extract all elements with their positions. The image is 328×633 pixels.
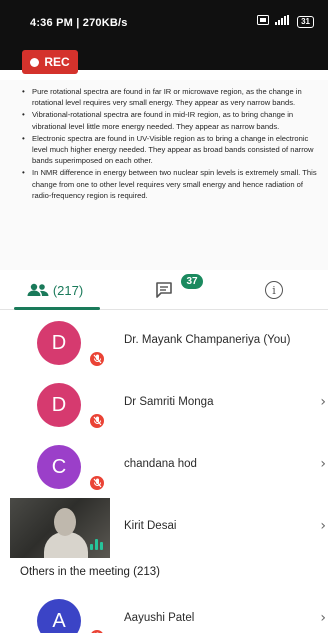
chevron-right-icon[interactable]: › bbox=[320, 518, 326, 534]
tab-chat[interactable] bbox=[110, 270, 220, 310]
participant-name: Aayushi Patel bbox=[124, 612, 195, 624]
record-dot-icon bbox=[30, 57, 40, 67]
mic-off-icon bbox=[88, 350, 106, 368]
recording-badge: REC bbox=[22, 50, 78, 74]
battery-icon: 31 bbox=[297, 15, 314, 28]
participant-name: Kirit Desai bbox=[124, 520, 177, 532]
mic-off-icon bbox=[88, 412, 106, 430]
document-bullet: Electronic spectra are found in UV-Visib… bbox=[22, 133, 320, 167]
document-bullet: In NMR difference in energy between two … bbox=[22, 167, 320, 201]
status-time: 4:36 PM | 270KB/s bbox=[30, 17, 128, 29]
participant-row[interactable]: C chandana hod › bbox=[0, 436, 328, 498]
mic-off-icon bbox=[88, 628, 106, 633]
document-bullet: Pure rotational spectra are found in far… bbox=[22, 86, 320, 108]
participant-list: D Dr. Mayank Champaneriya (You) D Dr Sam… bbox=[0, 312, 328, 560]
avatar: C bbox=[37, 445, 81, 489]
document-bullet-list: Pure rotational spectra are found in far… bbox=[0, 80, 328, 201]
mic-off-icon bbox=[88, 474, 106, 492]
participant-name: chandana hod bbox=[124, 458, 197, 470]
chevron-right-icon[interactable]: › bbox=[320, 394, 326, 410]
avatar: D bbox=[37, 321, 81, 365]
chat-icon bbox=[156, 282, 172, 298]
people-count: (217) bbox=[52, 282, 84, 298]
chevron-right-icon[interactable]: › bbox=[320, 610, 326, 626]
participant-row[interactable]: D Dr. Mayank Champaneriya (You) bbox=[0, 312, 328, 374]
shared-screen-document: Pure rotational spectra are found in far… bbox=[0, 80, 328, 270]
chat-unread-badge: 37 bbox=[181, 274, 203, 289]
people-icon bbox=[27, 283, 49, 296]
notification-icon bbox=[257, 15, 270, 28]
avatar: D bbox=[37, 383, 81, 427]
recording-label: REC bbox=[44, 55, 70, 69]
participant-video-thumbnail bbox=[10, 498, 110, 558]
tab-info[interactable]: i bbox=[220, 270, 328, 310]
participant-name: Dr Samriti Monga bbox=[124, 396, 214, 408]
meeting-tab-bar: (217) 37 i bbox=[0, 270, 328, 310]
speaking-indicator-icon bbox=[90, 536, 104, 550]
person-head bbox=[54, 508, 76, 536]
active-tab-indicator bbox=[14, 307, 100, 310]
participant-row[interactable]: D Dr Samriti Monga › bbox=[0, 374, 328, 436]
signal-icon bbox=[275, 15, 291, 28]
document-bullet: Vibrational-rotational spectra are found… bbox=[22, 109, 320, 131]
others-section-header: Others in the meeting (213) bbox=[20, 566, 160, 578]
participant-row[interactable]: A Aayushi Patel › bbox=[0, 590, 328, 633]
participant-row[interactable]: Kirit Desai › bbox=[0, 498, 328, 560]
avatar: A bbox=[37, 599, 81, 633]
info-icon: i bbox=[265, 281, 283, 299]
chevron-right-icon[interactable]: › bbox=[320, 456, 326, 472]
status-icons: 31 bbox=[257, 15, 314, 28]
participant-name: Dr. Mayank Champaneriya (You) bbox=[124, 334, 291, 346]
tab-people[interactable]: (217) bbox=[0, 270, 110, 310]
